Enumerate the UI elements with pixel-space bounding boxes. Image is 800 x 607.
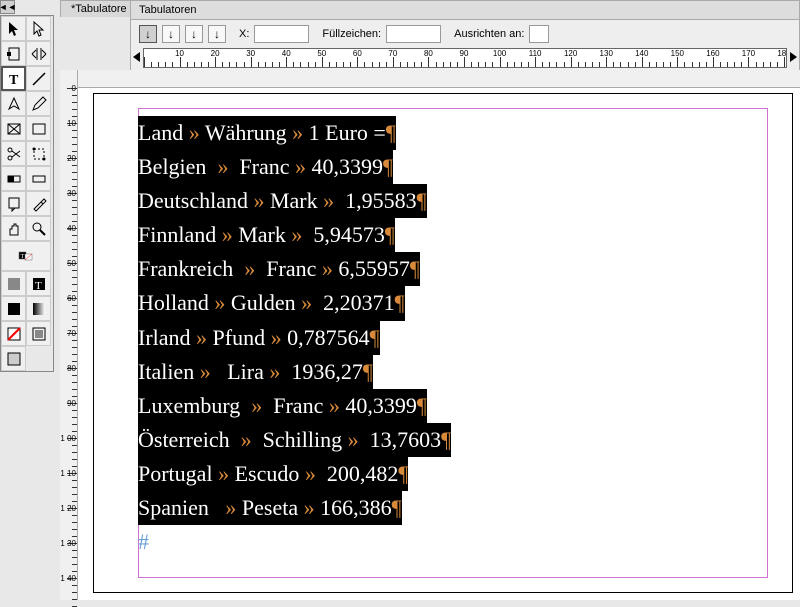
tab-ruler-scroll-right[interactable] <box>790 52 797 62</box>
text-line: Frankreich » Franc » 6,55957¶ <box>138 252 420 286</box>
text-line: Deutschland » Mark » 1,95583¶ <box>138 184 427 218</box>
text-line: Luxemburg » Franc » 40,3399¶ <box>138 389 427 423</box>
view-mode-preview-icon[interactable] <box>1 346 26 371</box>
x-input[interactable] <box>254 25 309 43</box>
zoom-tool[interactable] <box>26 216 51 241</box>
rectangle-frame-tool[interactable] <box>1 116 26 141</box>
pen-tool[interactable] <box>1 91 26 116</box>
note-tool[interactable] <box>1 191 26 216</box>
eyedropper-tool[interactable] <box>26 191 51 216</box>
tab-ruler[interactable]: 1020304050607080901001101201301401501601… <box>143 48 787 68</box>
tabs-panel-controls: ↓ ↓ ↓ ↓ X: Füllzeichen: Ausrichten an: <box>131 20 799 48</box>
svg-text:T: T <box>35 280 42 292</box>
free-transform-tool[interactable] <box>26 141 51 166</box>
page-tool[interactable] <box>1 41 26 66</box>
formatting-container-icon[interactable] <box>1 271 26 296</box>
gradient-swatch-tool[interactable] <box>1 166 26 191</box>
tab-ruler-scroll-left[interactable] <box>133 52 140 62</box>
right-tab-button[interactable]: ↓ <box>185 25 203 43</box>
tabs-panel-title: Tabulatoren <box>131 1 799 20</box>
document-tab[interactable]: *Tabulatore <box>60 0 138 17</box>
svg-text:T: T <box>21 254 25 260</box>
pencil-tool[interactable] <box>26 91 51 116</box>
text-line: Spanien » Peseta » 166,386¶ <box>138 491 402 525</box>
gap-tool[interactable] <box>26 41 51 66</box>
fill-label: Füllzeichen: <box>322 28 381 40</box>
horizontal-ruler <box>78 70 800 88</box>
svg-text:T: T <box>9 73 19 87</box>
hand-tool[interactable] <box>1 216 26 241</box>
rectangle-tool[interactable] <box>26 116 51 141</box>
scissors-tool[interactable] <box>1 141 26 166</box>
center-tab-button[interactable]: ↓ <box>162 25 180 43</box>
line-tool[interactable] <box>26 66 51 91</box>
apply-color-icon[interactable] <box>1 296 26 321</box>
collapse-toolbox-button[interactable]: ◄◄ <box>0 0 15 14</box>
gradient-feather-tool[interactable] <box>26 166 51 191</box>
vertical-ruler: 01020304050607080901 001 101 201 301 40 <box>60 70 78 600</box>
text-frame[interactable]: Land » Währung » 1 Euro =¶Belgien » Fran… <box>138 116 451 559</box>
text-line: Belgien » Franc » 40,3399¶ <box>138 150 393 184</box>
document-canvas[interactable]: Land » Währung » 1 Euro =¶Belgien » Fran… <box>78 88 800 600</box>
align-label: Ausrichten an: <box>454 28 524 40</box>
fill-stroke-swatch[interactable]: T <box>1 241 51 271</box>
direct-selection-tool[interactable] <box>26 16 51 41</box>
text-line: Land » Währung » 1 Euro =¶ <box>138 116 396 150</box>
text-line: Holland » Gulden » 2,20371¶ <box>138 286 405 320</box>
text-line: Italien » Lira » 1936,27¶ <box>138 355 373 389</box>
text-line: Portugal » Escudo » 200,482¶ <box>138 457 408 491</box>
text-line: Irland » Pfund » 0,787564¶ <box>138 321 380 355</box>
left-tab-button[interactable]: ↓ <box>139 25 157 43</box>
formatting-text-icon[interactable]: T <box>26 271 51 296</box>
toolbox: T T T <box>0 15 54 372</box>
x-label: X: <box>239 28 249 40</box>
align-input[interactable] <box>529 25 549 43</box>
decimal-tab-button[interactable]: ↓ <box>208 25 226 43</box>
apply-gradient-icon[interactable] <box>26 296 51 321</box>
selection-tool[interactable] <box>1 16 26 41</box>
text-line: Finnland » Mark » 5,94573¶ <box>138 218 395 252</box>
story-end-marker: # <box>138 529 149 554</box>
apply-none-icon[interactable] <box>1 321 26 346</box>
text-line: Österreich » Schilling » 13,7603¶ <box>138 423 451 457</box>
fill-input[interactable] <box>386 25 441 43</box>
type-tool[interactable]: T <box>1 66 26 91</box>
tabs-panel: Tabulatoren ↓ ↓ ↓ ↓ X: Füllzeichen: Ausr… <box>130 0 800 77</box>
view-mode-normal-icon[interactable] <box>26 321 51 346</box>
